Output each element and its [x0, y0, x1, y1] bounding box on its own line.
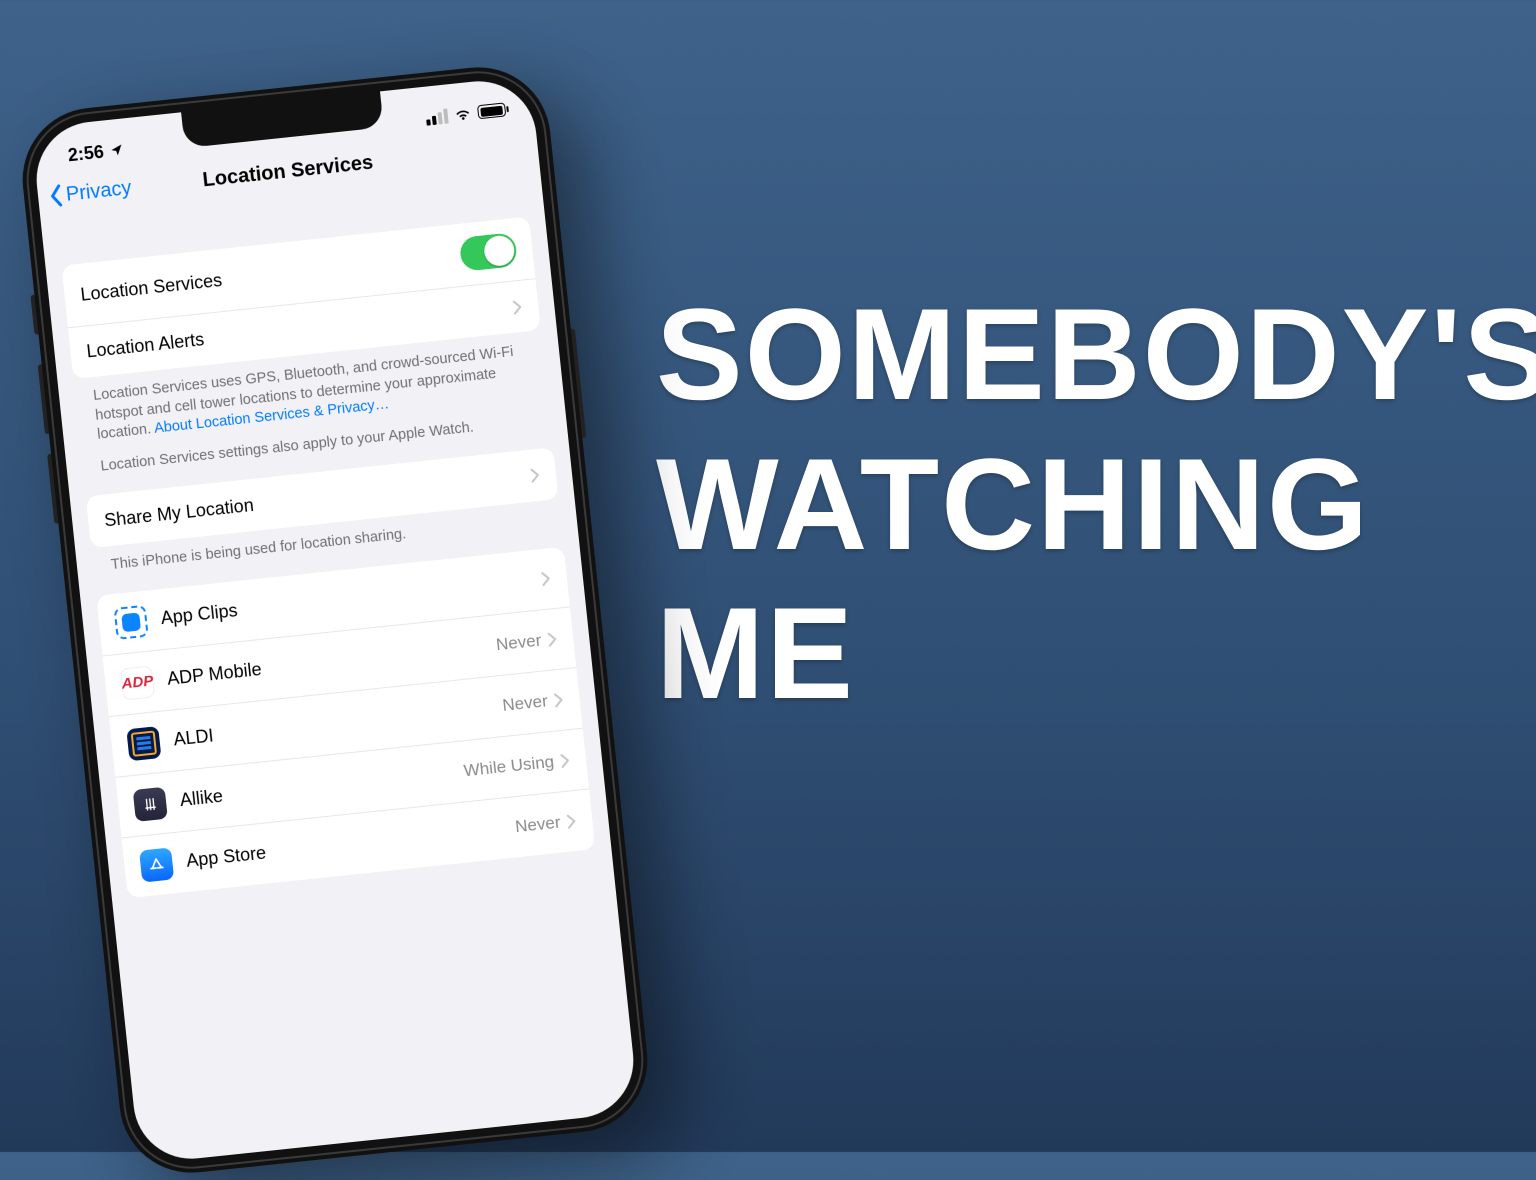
app-store-icon — [139, 847, 174, 882]
app-clips-icon — [114, 605, 149, 640]
status-time: 2:56 — [67, 141, 105, 166]
battery-icon — [477, 102, 506, 119]
location-arrow-icon — [109, 143, 124, 158]
headline-line-2: WATCHING — [656, 430, 1476, 580]
cellular-signal-icon — [425, 108, 448, 125]
app-permission-value: Never — [495, 630, 542, 655]
headline-line-3: ME — [656, 579, 1476, 729]
chevron-right-icon — [559, 752, 571, 769]
wifi-icon — [453, 104, 473, 124]
chevron-right-icon — [511, 298, 523, 315]
chevron-right-icon — [529, 467, 541, 484]
settings-group-apps: App Clips ADP ADP Mobile Never — [96, 547, 595, 898]
back-button[interactable]: Privacy — [47, 176, 133, 209]
app-name: Allike — [179, 761, 465, 812]
headline: SOMEBODY'S WATCHING ME — [656, 280, 1476, 729]
app-name: App Store — [185, 817, 516, 872]
chevron-right-icon — [546, 631, 558, 648]
toggle-switch[interactable] — [459, 232, 518, 272]
back-label: Privacy — [65, 176, 133, 206]
app-permission-value: While Using — [463, 752, 555, 781]
headline-line-1: SOMEBODY'S — [656, 280, 1476, 430]
chevron-left-icon — [47, 183, 65, 209]
aldi-icon — [126, 726, 161, 761]
phone-mockup: 2:56 — [16, 60, 655, 1180]
app-permission-value: Never — [514, 812, 561, 837]
chevron-right-icon — [540, 570, 552, 587]
app-permission-value: Never — [501, 691, 548, 716]
adp-icon: ADP — [120, 665, 155, 700]
chevron-right-icon — [553, 691, 565, 708]
allike-icon — [133, 787, 168, 822]
phone-screen: 2:56 — [31, 76, 639, 1165]
chevron-right-icon — [566, 813, 578, 830]
